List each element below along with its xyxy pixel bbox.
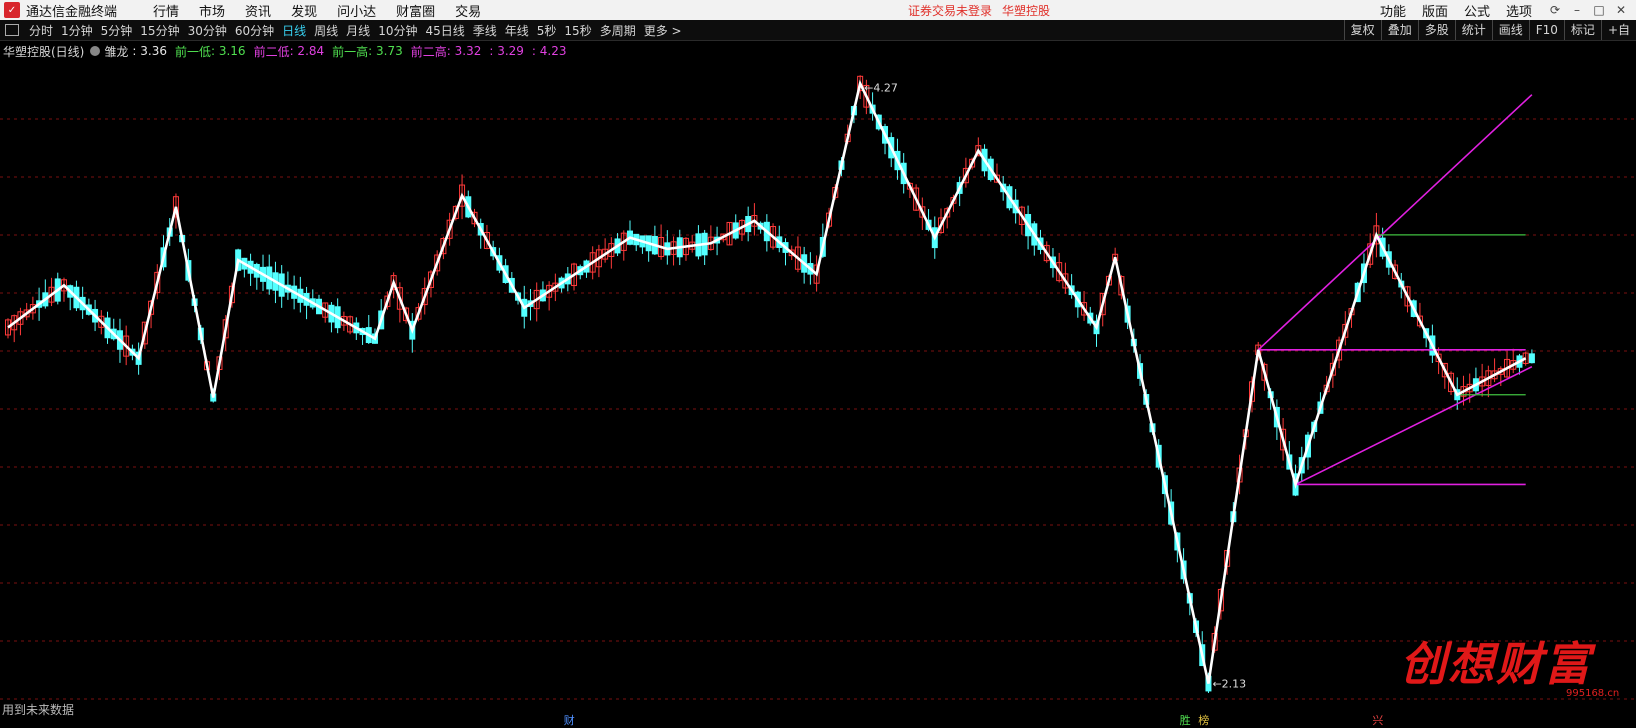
- menu-discover[interactable]: 发现: [281, 1, 327, 20]
- event-marker[interactable]: 榜: [1196, 712, 1211, 728]
- period-tab[interactable]: 15分钟: [136, 22, 183, 39]
- window-controls: ⟳ – □ ✕: [1544, 0, 1632, 20]
- period-tab[interactable]: 15秒: [560, 22, 595, 39]
- menu-trade[interactable]: 交易: [445, 1, 491, 20]
- tool-stats[interactable]: 统计: [1454, 20, 1492, 40]
- period-tab[interactable]: 多周期: [596, 22, 640, 39]
- menu-quotes[interactable]: 行情: [143, 1, 189, 20]
- period-tab[interactable]: 周线: [310, 22, 342, 39]
- refresh-icon[interactable]: ⟳: [1544, 3, 1566, 17]
- prev-low2-label: 前二低: [253, 44, 290, 59]
- menu-bar: ✓ 通达信金融终端 行情 市场 资讯 发现 问小达 财富圈 交易 证券交易未登录…: [0, 0, 1636, 20]
- event-marker[interactable]: 胜: [1178, 712, 1193, 728]
- event-marker[interactable]: 兴: [1370, 712, 1385, 728]
- minimize-icon[interactable]: –: [1566, 3, 1588, 17]
- menu-options[interactable]: 选项: [1498, 1, 1540, 20]
- period-tab[interactable]: 10分钟: [374, 22, 421, 39]
- indicator-name[interactable]: 雏龙: [104, 43, 128, 60]
- login-notice[interactable]: 证券交易未登录 华塑控股: [908, 2, 1060, 19]
- channel-line: [1257, 94, 1533, 351]
- tool-overlay[interactable]: 叠加: [1380, 20, 1418, 40]
- period-tab[interactable]: 1分钟: [57, 22, 97, 39]
- login-status[interactable]: 证券交易未登录: [908, 4, 992, 18]
- watermark-url: 995168.cn: [1566, 688, 1620, 699]
- high-price-label: ←4.27: [864, 81, 898, 94]
- watermark-text: 创想财富: [1400, 637, 1592, 691]
- menu-functions[interactable]: 功能: [1372, 1, 1414, 20]
- panel-toggle-icon[interactable]: [5, 24, 19, 36]
- app-logo-icon: ✓: [4, 2, 20, 18]
- watermark: 创想财富 995168.cn: [1396, 628, 1619, 708]
- zigzag-line: [7, 79, 1527, 684]
- tool-draw[interactable]: 画线: [1491, 20, 1529, 40]
- prev-high2-value: : 3.32: [446, 44, 482, 58]
- event-marker[interactable]: 财: [562, 712, 577, 728]
- channel-line: [1295, 365, 1533, 486]
- stock-name[interactable]: 华塑控股(日线): [3, 43, 84, 60]
- menu-market[interactable]: 市场: [189, 1, 235, 20]
- period-tab[interactable]: 季线: [469, 22, 501, 39]
- extra-value-1: : 3.29: [489, 44, 524, 58]
- right-menu: 功能 版面 公式 选项: [1372, 0, 1540, 20]
- notice-stock[interactable]: 华塑控股: [1002, 4, 1050, 18]
- menu-news[interactable]: 资讯: [235, 1, 281, 20]
- tool-custom[interactable]: +自: [1600, 20, 1636, 40]
- menu-layout[interactable]: 版面: [1414, 1, 1456, 20]
- period-tab[interactable]: 5分钟: [97, 22, 137, 39]
- close-icon[interactable]: ✕: [1610, 3, 1632, 17]
- chart-tools: 复权 叠加 多股 统计 画线 F10 标记 +自: [1343, 20, 1636, 40]
- period-tab[interactable]: 年线: [501, 22, 533, 39]
- maximize-icon[interactable]: □: [1588, 3, 1610, 17]
- indicator-info: 华塑控股(日线) 雏龙 : 3.36 前一低: 3.16 前二低: 2.84 前…: [3, 43, 575, 59]
- tool-multi[interactable]: 多股: [1417, 20, 1455, 40]
- tool-mark[interactable]: 标记: [1563, 20, 1601, 40]
- indicator-settings-icon[interactable]: [90, 46, 101, 56]
- menu-ask[interactable]: 问小达: [327, 1, 386, 20]
- prev-low2-value: : 2.84: [289, 44, 325, 58]
- period-tab[interactable]: 60分钟: [231, 22, 278, 39]
- more-periods[interactable]: 更多 >: [640, 22, 686, 39]
- prev-low1-value: : 3.16: [210, 44, 246, 58]
- tool-adjust[interactable]: 复权: [1343, 20, 1381, 40]
- period-tab[interactable]: 45日线: [421, 22, 468, 39]
- period-tab[interactable]: 月线: [342, 22, 374, 39]
- prev-high1-label: 前一高: [332, 44, 369, 59]
- indicator-value: : 3.36: [132, 44, 167, 58]
- period-toolbar: 分时 1分钟 5分钟 15分钟 30分钟 60分钟 日线 周线 月线 10分钟 …: [0, 20, 1636, 41]
- period-tab[interactable]: 30分钟: [184, 22, 231, 39]
- menu-formula[interactable]: 公式: [1456, 1, 1498, 20]
- app-title: 通达信金融终端: [26, 4, 118, 20]
- tool-f10[interactable]: F10: [1528, 20, 1564, 40]
- extra-value-2: : 4.23: [531, 44, 567, 58]
- period-tab-active[interactable]: 日线: [278, 22, 310, 39]
- period-tab[interactable]: 5秒: [533, 22, 561, 39]
- candle-down: [1528, 353, 1535, 364]
- future-data-note: 用到未来数据: [2, 703, 75, 717]
- period-tab[interactable]: 分时: [25, 22, 57, 39]
- candlestick-chart[interactable]: ←4.27 ←2.13 ◇: [0, 61, 1636, 706]
- prev-low1-label: 前一低: [174, 44, 211, 59]
- menu-wealth[interactable]: 财富圈: [386, 1, 445, 20]
- diamond-icon: ◇: [1614, 61, 1623, 62]
- low-price-label: ←2.13: [1212, 678, 1246, 691]
- prev-high2-label: 前二高: [410, 44, 447, 59]
- prev-high1-value: : 3.73: [368, 44, 403, 58]
